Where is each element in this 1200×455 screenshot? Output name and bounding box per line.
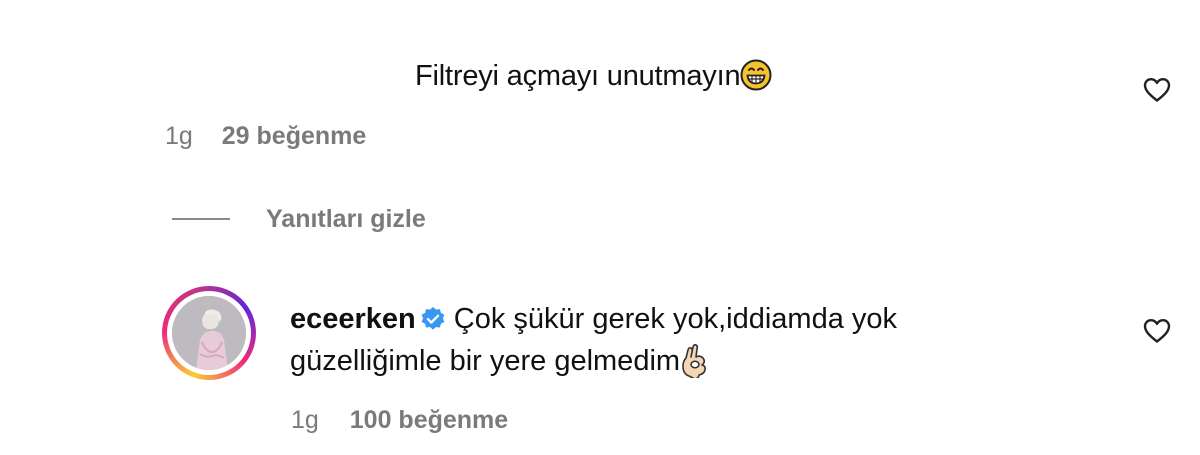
comment-thread: Filtreyi açmayı unutmayın 1g 29 beğenme … <box>0 0 1200 455</box>
comment-meta: 1g 29 beğenme <box>165 120 366 152</box>
comment-body: Filtreyi açmayı unutmayın <box>415 60 741 92</box>
reply-like-heart-icon[interactable] <box>1143 318 1171 344</box>
reply-username[interactable]: eceerken <box>290 303 416 335</box>
verified-badge-icon <box>420 302 446 330</box>
reply-time: 1g <box>291 406 319 434</box>
ok-hand-icon <box>680 343 708 380</box>
avatar-image <box>172 296 246 370</box>
replies-divider <box>172 218 230 220</box>
like-heart-icon[interactable] <box>1143 77 1171 103</box>
comment-time: 1g <box>165 122 193 150</box>
reply-meta: 1g 100 beğenme <box>291 404 508 436</box>
comment-likes-button[interactable]: 29 beğenme <box>222 122 367 150</box>
comment-text: Filtreyi açmayı unutmayın <box>415 56 772 96</box>
reply-text: eceerken Çok şükür gerek yok,iddiamda yo… <box>290 298 1050 382</box>
reply-likes-button[interactable]: 100 beğenme <box>350 406 508 434</box>
grinning-face-icon <box>740 59 772 91</box>
hide-replies-button[interactable]: Yanıtları gizle <box>266 202 426 236</box>
avatar[interactable] <box>162 286 256 380</box>
